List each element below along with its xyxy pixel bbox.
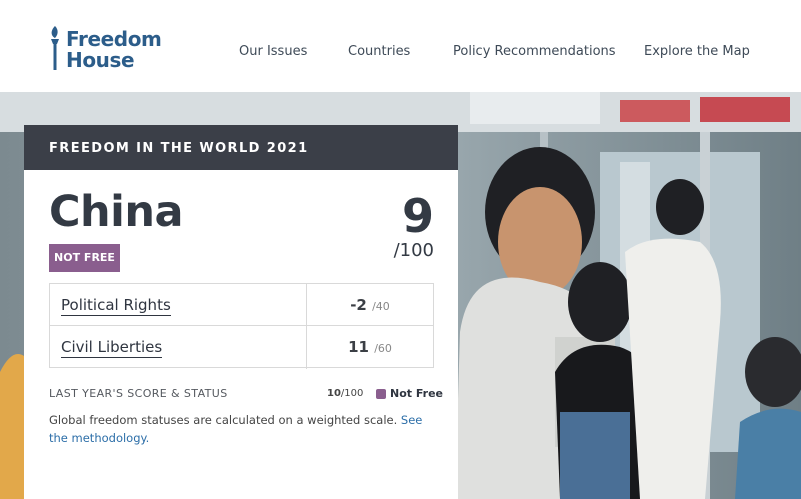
nav-explore-the-map[interactable]: Explore the Map (644, 44, 750, 59)
political-rights-score: -2 /40 (350, 296, 390, 314)
status-dot-icon (376, 389, 386, 399)
report-title: FREEDOM IN THE WORLD 2021 (24, 125, 458, 170)
country-name: China (49, 187, 184, 237)
civil-liberties-link[interactable]: Civil Liberties (61, 338, 163, 358)
table-divider (306, 284, 307, 369)
table-row: Political Rights -2 /40 (50, 284, 433, 326)
civil-liberties-score: 11 /60 (348, 338, 392, 356)
country-score-card: FREEDOM IN THE WORLD 2021 China NOT FREE… (24, 125, 458, 499)
last-year-score: 10/100 (327, 388, 364, 399)
site-header: Freedom House Our Issues Countries Polic… (0, 0, 801, 92)
last-year-status: Not Free (390, 387, 444, 400)
category-scores-table: Political Rights -2 /40 Civil Liberties … (49, 283, 434, 369)
political-rights-link[interactable]: Political Rights (61, 296, 171, 316)
status-badge: NOT FREE (49, 244, 120, 272)
table-row: Civil Liberties 11 /60 (50, 326, 433, 368)
nav-countries[interactable]: Countries (348, 44, 410, 59)
total-score-max: /100 (393, 240, 434, 261)
nav-policy-recommendations[interactable]: Policy Recommendations (453, 44, 616, 59)
nav-our-issues[interactable]: Our Issues (239, 44, 307, 59)
total-score: 9 (401, 189, 434, 243)
main-nav: Our Issues Countries Policy Recommendati… (0, 44, 801, 62)
methodology-note: Global freedom statuses are calculated o… (49, 413, 423, 445)
last-year-label: LAST YEAR'S SCORE & STATUS (49, 387, 228, 400)
